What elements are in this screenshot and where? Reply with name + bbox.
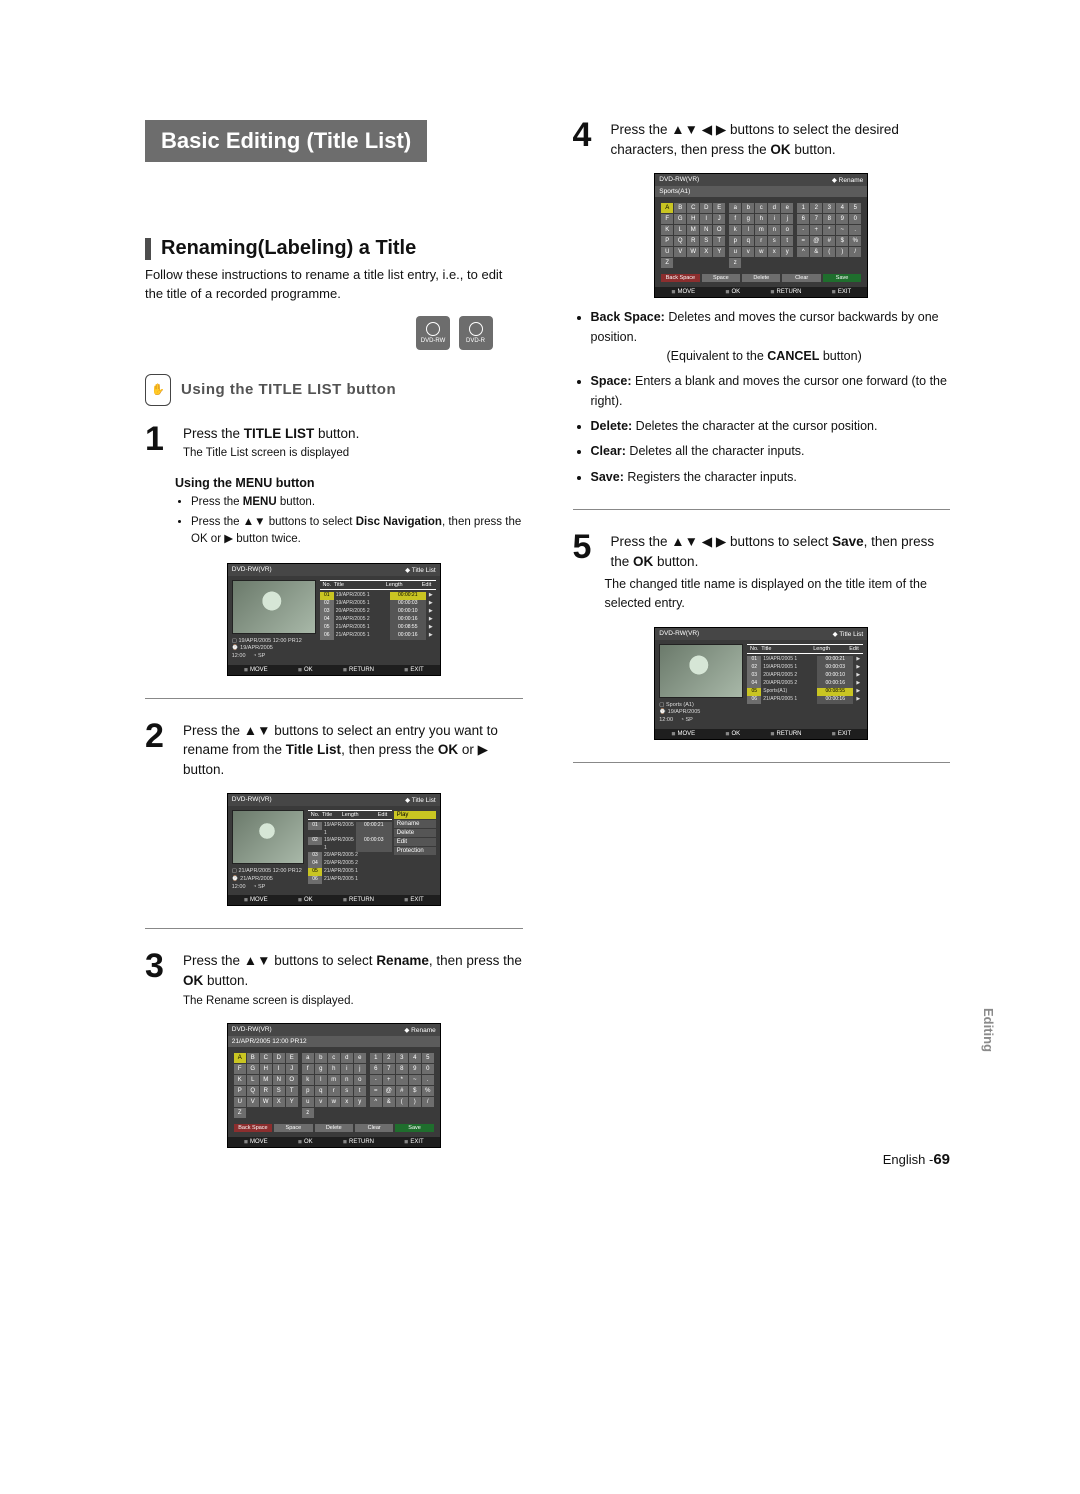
preview-thumbnail	[232, 810, 304, 864]
step-2: 2 Press the ▲▼ buttons to select an entr…	[145, 721, 523, 780]
heading-accent	[145, 238, 151, 260]
step-1: 1 Press the TITLE LIST button. The Title…	[145, 424, 523, 462]
chapter-title-box: Basic Editing (Title List)	[145, 120, 427, 162]
step-number: 2	[145, 721, 173, 780]
right-column: 4 Press the ▲▼ ◀ ▶ buttons to select the…	[573, 120, 951, 1154]
step-number: 4	[573, 120, 601, 159]
osd-rename-keyboard-2: DVD-RW(VR)◆ Rename Sports(A1) ABCDEFGHIJ…	[654, 173, 868, 298]
page-footer: English -69	[883, 1151, 950, 1168]
step-5-result: The changed title name is displayed on t…	[605, 575, 951, 613]
disc-type-icons: DVD-RW DVD-R	[145, 316, 493, 350]
step-3: 3 Press the ▲▼ buttons to select Rename,…	[145, 951, 523, 1009]
chapter-title: Basic Editing (Title List)	[161, 128, 411, 153]
osd-title-list-1: DVD-RW(VR)◆ Title List ▢ 19/APR/2005 12:…	[227, 563, 441, 676]
step-number: 5	[573, 532, 601, 571]
menu-subheading: Using the MENU button	[175, 476, 523, 490]
section-intro: Follow these instructions to rename a ti…	[145, 266, 523, 304]
step-5: 5 Press the ▲▼ ◀ ▶ buttons to select Sav…	[573, 532, 951, 571]
step-number: 1	[145, 424, 173, 462]
section-tab: Editing	[981, 1008, 996, 1052]
preview-thumbnail	[659, 644, 743, 698]
subheading: Using the TITLE LIST button	[181, 381, 396, 398]
disc-r-icon: DVD-R	[459, 316, 493, 350]
step-number: 3	[145, 951, 173, 1009]
osd-title-list-popup: DVD-RW(VR)◆ Title List ▢ 21/APR/2005 12:…	[227, 793, 441, 906]
manual-page: Editing Basic Editing (Title List) Renam…	[0, 0, 1080, 1204]
menu-bullets: Press the MENU button. Press the ▲▼ butt…	[175, 494, 523, 549]
left-column: Basic Editing (Title List) Renaming(Labe…	[145, 120, 523, 1154]
hand-icon: ✋	[145, 374, 171, 406]
step-4: 4 Press the ▲▼ ◀ ▶ buttons to select the…	[573, 120, 951, 159]
osd-rename-keyboard-1: DVD-RW(VR)◆ Rename 21/APR/2005 12:00 PR1…	[227, 1023, 441, 1148]
section-heading: Renaming(Labeling) a Title	[161, 237, 416, 260]
key-definitions: Back Space: Deletes and moves the cursor…	[573, 308, 951, 487]
osd-title-list-final: DVD-RW(VR)◆ Title List ▢ Sports (A1) ⌚ 1…	[654, 627, 868, 740]
disc-rw-icon: DVD-RW	[416, 316, 450, 350]
preview-thumbnail	[232, 580, 316, 634]
